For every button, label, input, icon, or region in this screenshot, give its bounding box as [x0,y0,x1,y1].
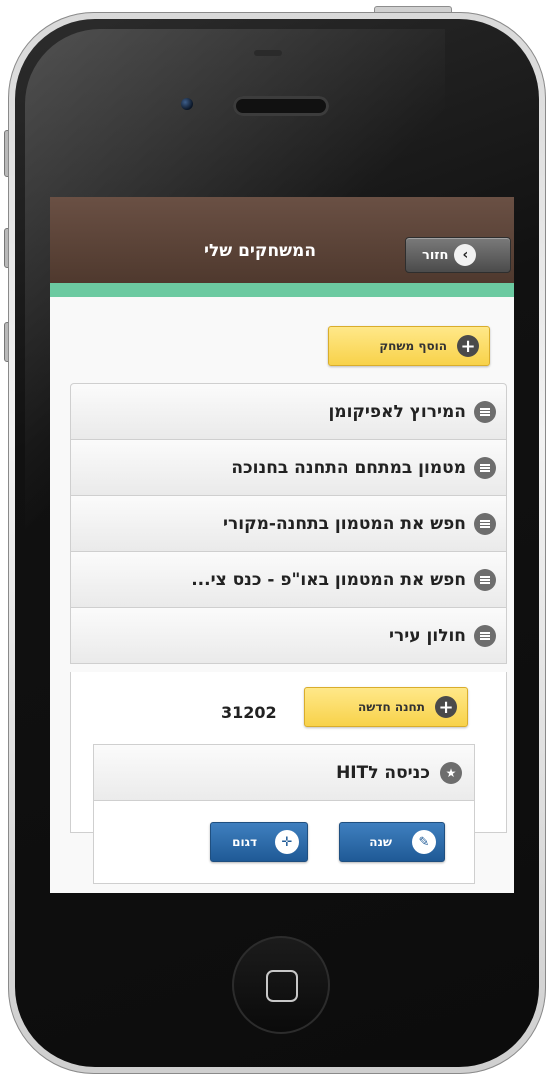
star-icon: ★ [440,761,462,784]
list-icon [474,456,496,479]
sample-label: דגום [232,835,257,849]
front-camera [181,98,193,110]
station-header[interactable]: ★ כניסה לHIT [94,745,474,801]
game-title: חפש את המטמון בתחנה-מקורי [223,513,466,534]
app-header: המשחקים שלי › חזור [50,197,514,283]
game-title: חולון עירי [389,625,466,646]
list-icon [474,624,496,647]
add-station-button[interactable]: + תחנה חדשה [304,687,468,727]
game-item[interactable]: חפש את המטמון באו"פ - כנס צי... [70,551,507,607]
home-button[interactable] [232,936,330,1034]
list-icon [474,512,496,535]
home-square-icon [266,970,298,1002]
game-item[interactable]: מטמון במתחם התחנה בחנוכה [70,439,507,495]
list-icon [474,400,496,423]
game-item-expanded[interactable]: חולון עירי [70,607,507,664]
back-button-label: חזור [422,247,449,263]
game-item[interactable]: חפש את המטמון בתחנה-מקורי [70,495,507,551]
crosshair-icon: ✛ [275,830,299,854]
proximity-sensor [254,50,282,56]
add-game-label: הוסף משחק [379,339,447,353]
game-title: מטמון במתחם התחנה בחנוכה [231,457,466,478]
chevron-right-icon: › [454,244,477,266]
station-card: ★ כניסה לHIT ✎ שנה ✛ דגום [93,744,475,884]
earpiece-speaker [233,96,329,116]
game-title: חפש את המטמון באו"פ - כנס צי... [191,569,466,590]
list-icon [474,568,496,591]
game-title: המירוץ לאפיקומן [328,401,466,422]
pencil-icon: ✎ [412,830,436,854]
edit-label: שנה [369,835,392,849]
game-code: 31202 [221,703,277,722]
back-button[interactable]: › חזור [405,237,511,273]
game-details-panel: + תחנה חדשה 31202 ★ כניסה לHIT ✎ שנה ✛ ד… [70,672,507,884]
plus-circle-icon: + [435,696,457,718]
add-station-label: תחנה חדשה [358,700,425,714]
plus-circle-icon: + [457,335,479,357]
sample-station-button[interactable]: ✛ דגום [210,822,308,862]
header-accent-strip [50,283,514,297]
add-game-button[interactable]: + הוסף משחק [328,326,490,366]
games-list: המירוץ לאפיקומן מטמון במתחם התחנה בחנוכה… [70,383,507,664]
game-item[interactable]: המירוץ לאפיקומן [70,383,507,439]
station-title: כניסה לHIT [336,762,430,783]
app-screen: המשחקים שלי › חזור + הוסף משחק המירוץ לא… [50,197,514,893]
edit-station-button[interactable]: ✎ שנה [339,822,445,862]
page-title: המשחקים שלי [203,241,316,261]
